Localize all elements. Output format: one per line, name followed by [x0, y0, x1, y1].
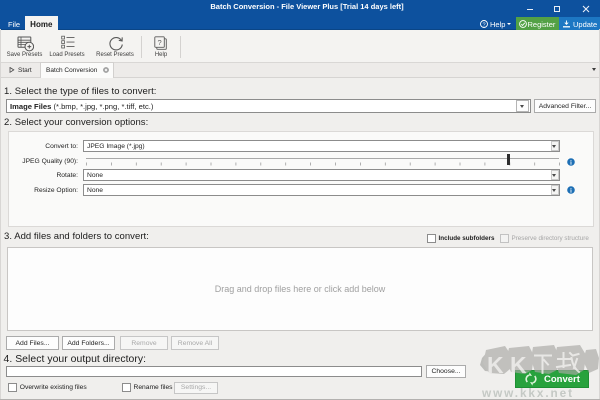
- svg-text:?: ?: [482, 22, 485, 28]
- svg-text:K: K: [487, 352, 504, 378]
- svg-text:?: ?: [158, 38, 162, 47]
